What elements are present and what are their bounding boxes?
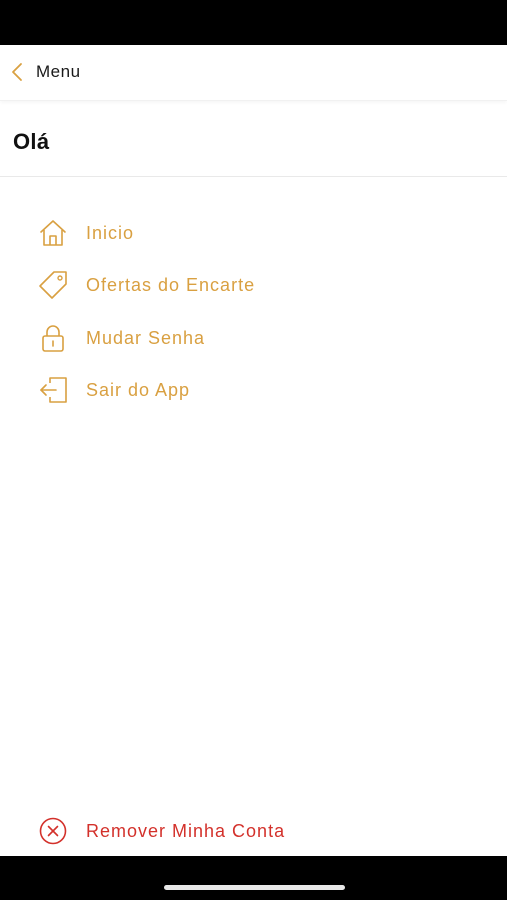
navigation-header: Menu [0,45,507,101]
menu-item-label: Inicio [86,222,135,243]
menu-item-label: Sair do App [86,379,191,400]
remove-account-label: Remover Minha Conta [86,820,286,841]
menu-item-sair-do-app[interactable]: Sair do App [38,370,190,410]
status-bar [0,0,507,45]
greeting-section: Olá [0,101,507,177]
back-button[interactable]: Menu [10,57,81,87]
menu-item-label: Ofertas do Encarte [86,274,256,295]
greeting-title: Olá [13,129,50,154]
chevron-left-icon [10,62,24,82]
home-icon [38,218,68,248]
back-label: Menu [36,62,81,81]
menu-item-mudar-senha[interactable]: Mudar Senha [38,318,205,358]
logout-icon [38,375,68,405]
tag-icon [38,270,68,300]
bottom-bar [0,856,507,900]
home-indicator[interactable] [164,885,345,890]
menu-item-label: Mudar Senha [86,327,206,348]
close-circle-icon [38,816,68,846]
lock-icon [38,323,68,353]
remove-account-button[interactable]: Remover Minha Conta [38,812,285,850]
menu-item-inicio[interactable]: Inicio [38,213,134,253]
menu-item-ofertas-do-encarte[interactable]: Ofertas do Encarte [38,265,255,305]
